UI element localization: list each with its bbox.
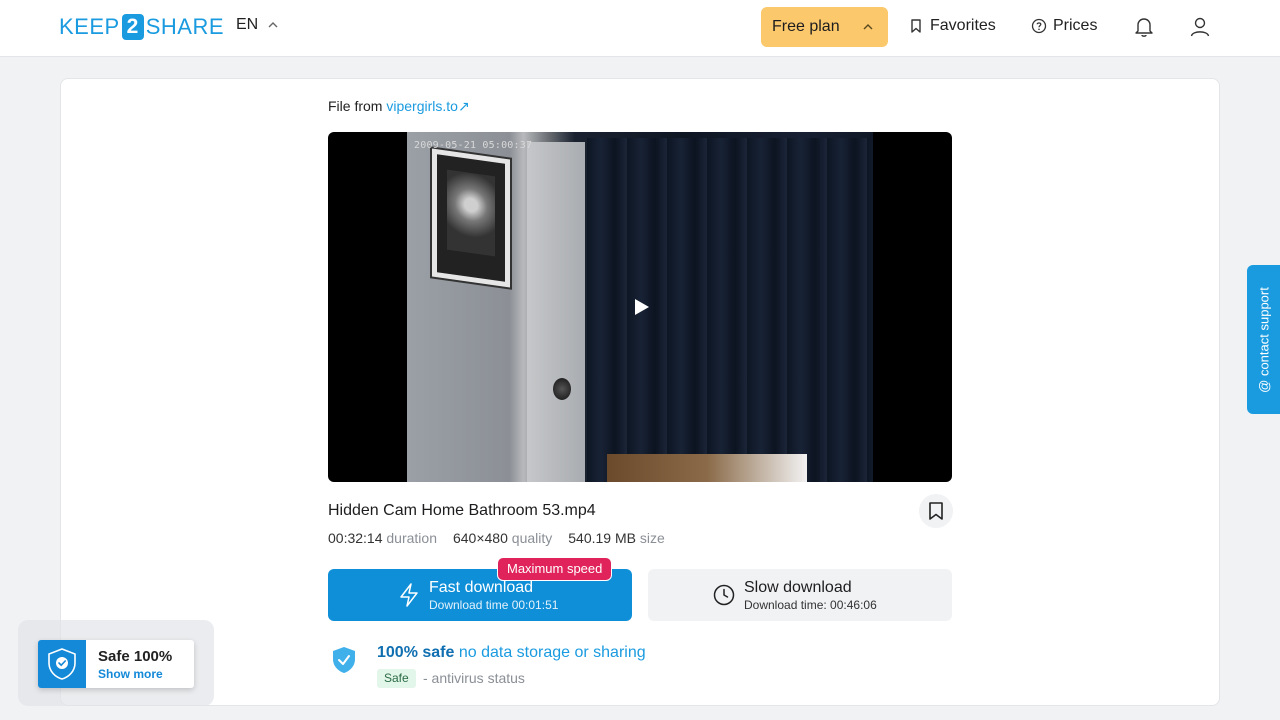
favorites-label: Favorites [930,17,996,34]
chevron-up-icon [268,22,278,28]
file-source: File from vipergirls.to↗ [328,98,470,115]
safety-statement: 100% safe no data storage or sharing [377,644,646,661]
safe-widget-title: Safe 100% [98,648,173,665]
video-timestamp: 2009-05-21 05:00:37 [414,140,533,151]
play-icon[interactable] [634,298,650,316]
contact-support-label: @ contact support [1256,286,1271,393]
language-label: EN [236,16,259,33]
user-icon[interactable] [1187,14,1213,40]
contact-support-tab[interactable]: @ contact support [1247,265,1280,414]
favorites-link[interactable]: Favorites [908,17,996,35]
site-logo[interactable]: KEEP 2 SHARE [59,14,224,40]
bookmark-icon [911,19,921,33]
language-selector[interactable]: EN [236,16,278,34]
lightning-icon [400,583,418,607]
meta-quality: 640×480 quality [452,530,553,546]
video-player[interactable]: 2009-05-21 05:00:37 [328,132,952,482]
chevron-up-icon [863,24,873,30]
file-from-prefix: File from [328,98,383,114]
source-link[interactable]: vipergirls.to↗ [386,98,469,114]
fast-download-time: Download time 00:01:51 [429,598,559,612]
maximum-speed-badge: Maximum speed [497,557,613,581]
logo-digit: 2 [121,14,144,40]
safe-widget: Safe 100% Show more [18,620,214,706]
logo-left-text: KEEP [59,14,120,39]
slow-download-title: Slow download [744,579,852,596]
prices-label: Prices [1053,17,1098,34]
safe-widget-card[interactable]: Safe 100% Show more [38,640,194,688]
file-meta: 00:32:14 duration 640×480 quality 540.19… [328,530,665,546]
clock-icon [713,584,735,606]
logo-right-text: SHARE [145,14,224,39]
fast-download-title: Fast download [429,579,534,596]
bell-icon[interactable] [1131,14,1157,40]
safe-status-tag: Safe [377,669,416,688]
slow-download-time: Download time: 00:46:06 [744,598,877,612]
shield-check-icon [333,647,355,673]
meta-duration: 00:32:14 duration [328,530,437,546]
show-more-link[interactable]: Show more [98,667,163,681]
shield-check-icon [48,648,76,680]
external-link-icon: ↗ [457,98,470,114]
slow-download-button[interactable]: Slow download Download time: 00:46:06 [648,569,952,621]
meta-size: 540.19 MB size [568,530,665,546]
top-header: KEEP 2 SHARE EN Free plan Favorites Pric… [0,0,1280,57]
free-plan-button[interactable]: Free plan [761,7,888,47]
antivirus-status-text: - antivirus status [423,670,525,686]
file-name: Hidden Cam Home Bathroom 53.mp4 [328,502,596,519]
bookmark-button[interactable] [919,494,953,528]
plan-label: Free plan [772,18,840,35]
bookmark-icon [929,502,943,520]
prices-link[interactable]: Prices [1031,17,1097,35]
question-circle-icon [1031,18,1047,34]
